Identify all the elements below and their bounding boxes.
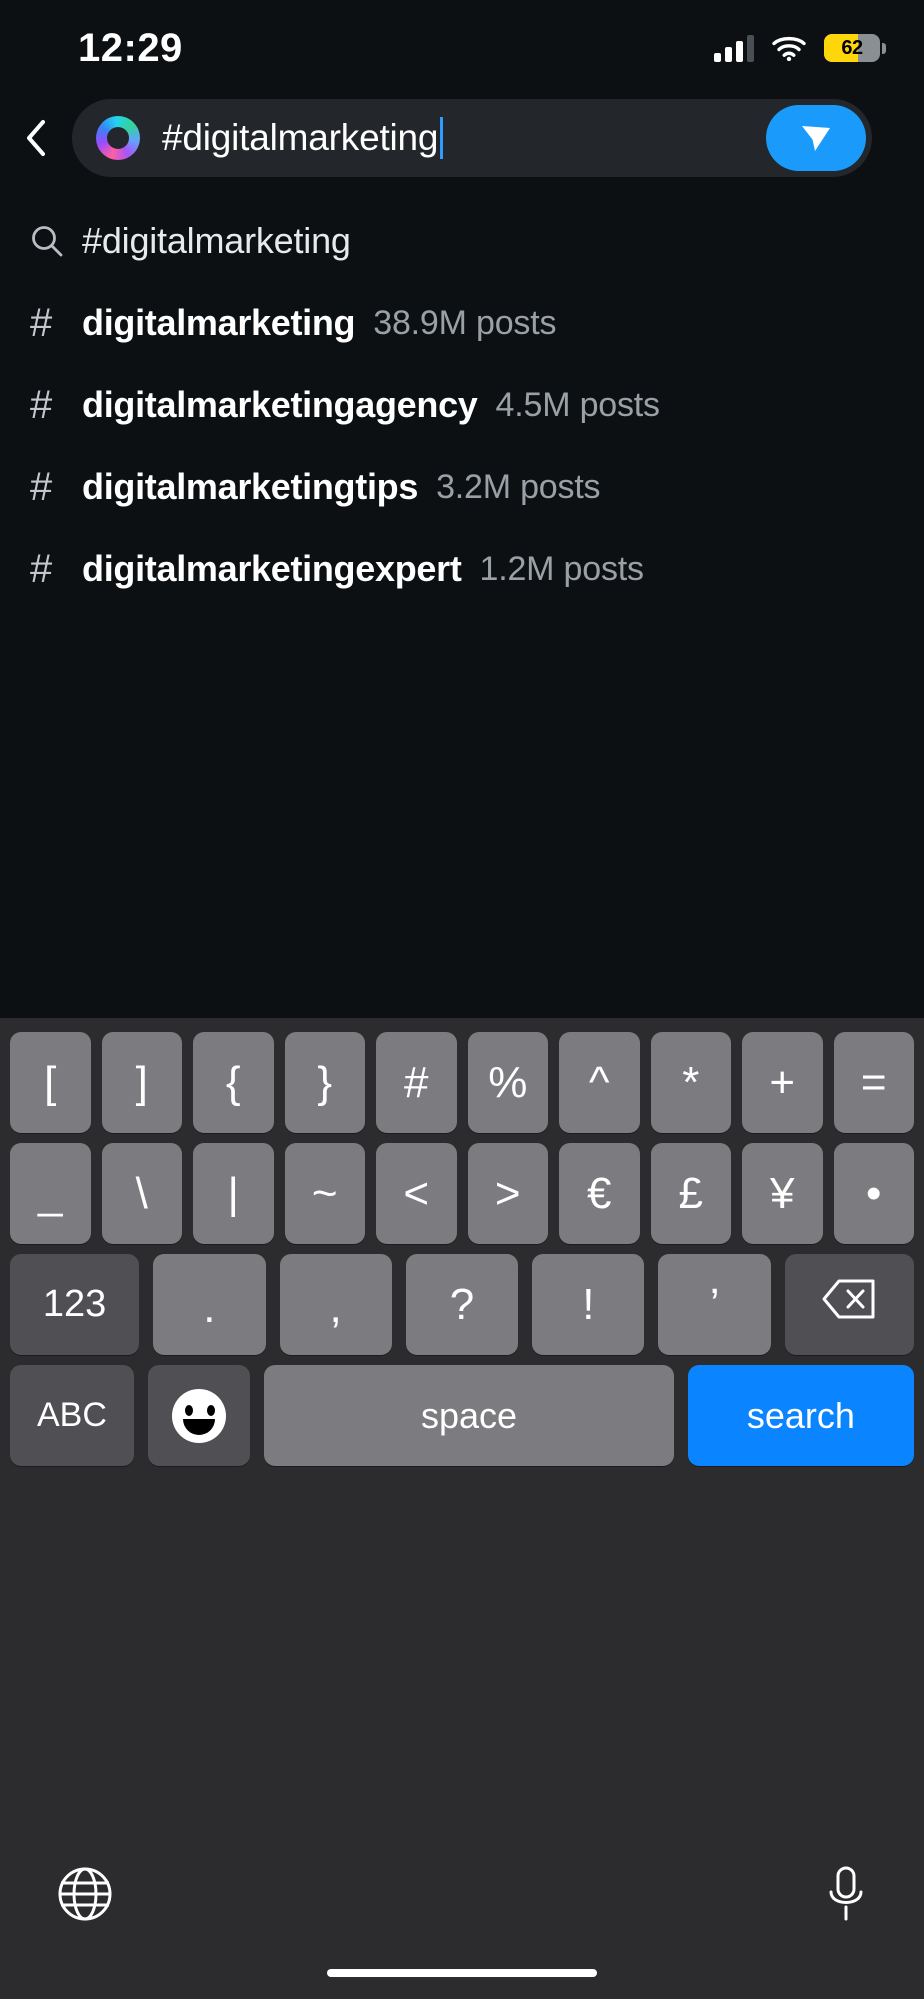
key-caret[interactable]: ^: [559, 1032, 640, 1133]
status-bar: 12:29 62: [0, 0, 924, 92]
search-icon: [30, 224, 82, 258]
hashtag-post-count: 3.2M posts: [436, 467, 601, 506]
key-plus[interactable]: +: [742, 1032, 823, 1133]
key-hash[interactable]: #: [376, 1032, 457, 1133]
send-paper-plane-icon: [793, 113, 839, 164]
key-numeric-switch[interactable]: 123: [10, 1254, 140, 1355]
key-greater-than[interactable]: >: [467, 1143, 548, 1244]
status-bar-indicators: 62: [714, 30, 886, 66]
back-button[interactable]: [0, 96, 72, 180]
key-backspace[interactable]: [784, 1254, 914, 1355]
hashtag-icon: #: [30, 547, 53, 591]
suggestion-query-label: #digitalmarketing: [82, 220, 351, 261]
search-header: #digitalmarketing: [0, 96, 924, 180]
hashtag-icon: #: [30, 465, 53, 509]
hashtag-label: digitalmarketingtips: [82, 466, 419, 507]
hashtag-icon: #: [30, 301, 53, 345]
phone-screen: 12:29 62 #digitalmarketing #digitalmarke…: [0, 0, 924, 1999]
search-input-pill[interactable]: #digitalmarketing: [72, 99, 872, 177]
search-input-value: #digitalmarketing: [162, 117, 439, 158]
key-brace-left[interactable]: {: [193, 1032, 274, 1133]
hashtag-suggestion-row[interactable]: # digitalmarketingexpert 1.2M posts: [0, 528, 924, 610]
send-button[interactable]: [766, 105, 866, 171]
text-cursor: [440, 117, 444, 159]
battery-percent-label: 62: [841, 36, 863, 59]
key-period[interactable]: .: [153, 1254, 266, 1355]
key-asterisk[interactable]: *: [650, 1032, 731, 1133]
key-less-than[interactable]: <: [376, 1143, 457, 1244]
hashtag-post-count: 1.2M posts: [479, 549, 645, 588]
key-search[interactable]: search: [687, 1365, 914, 1466]
on-screen-keyboard: [ ] { } # % ^ * + = _ \ | ~ < > € £ ¥ • …: [0, 1018, 924, 1999]
key-tilde[interactable]: ~: [284, 1143, 365, 1244]
key-underscore[interactable]: _: [10, 1143, 91, 1244]
key-bracket-right[interactable]: ]: [101, 1032, 182, 1133]
key-bracket-left[interactable]: [: [10, 1032, 91, 1133]
back-chevron-icon: [25, 119, 47, 157]
wifi-icon: [772, 35, 806, 62]
key-euro[interactable]: €: [559, 1143, 640, 1244]
key-pound[interactable]: £: [650, 1143, 731, 1244]
hashtag-suggestion-row[interactable]: # digitalmarketingagency 4.5M posts: [0, 364, 924, 446]
key-backslash[interactable]: \: [101, 1143, 182, 1244]
hashtag-post-count: 4.5M posts: [495, 385, 661, 424]
globe-language-icon: [56, 1867, 114, 1927]
emoji-smiley-icon: [172, 1388, 227, 1443]
battery-low-power-icon: 62: [824, 34, 886, 62]
keyboard-row-4: ABC space search: [0, 1365, 924, 1466]
key-pipe[interactable]: |: [193, 1143, 274, 1244]
key-space[interactable]: space: [264, 1365, 674, 1466]
key-abc-switch[interactable]: ABC: [10, 1365, 134, 1466]
key-brace-right[interactable]: }: [284, 1032, 365, 1133]
key-emoji[interactable]: [147, 1365, 251, 1466]
gradient-ring-logo-icon: [96, 116, 140, 160]
hashtag-icon: #: [30, 383, 53, 427]
key-percent[interactable]: %: [467, 1032, 548, 1133]
suggestion-query-row[interactable]: #digitalmarketing: [0, 200, 924, 282]
hashtag-label: digitalmarketingagency: [82, 384, 478, 425]
keyboard-row-1: [ ] { } # % ^ * + =: [0, 1032, 924, 1133]
home-indicator: [327, 1969, 597, 1977]
cellular-signal-icon: [714, 34, 754, 62]
hashtag-post-count: 38.9M posts: [373, 303, 557, 342]
search-suggestions-list: #digitalmarketing # digitalmarketing 38.…: [0, 200, 924, 610]
globe-language-button[interactable]: [56, 1865, 114, 1928]
key-bullet[interactable]: •: [833, 1143, 914, 1244]
key-equals[interactable]: =: [833, 1032, 914, 1133]
hashtag-suggestion-row[interactable]: # digitalmarketing 38.9M posts: [0, 282, 924, 364]
keyboard-row-2: _ \ | ~ < > € £ ¥ •: [0, 1143, 924, 1244]
key-comma[interactable]: ,: [279, 1254, 392, 1355]
status-bar-clock: 12:29: [78, 26, 183, 70]
keyboard-row-3: 123 . , ? ! ’: [0, 1254, 924, 1355]
key-exclamation[interactable]: !: [532, 1254, 645, 1355]
hashtag-suggestion-row[interactable]: # digitalmarketingtips 3.2M posts: [0, 446, 924, 528]
hashtag-label: digitalmarketing: [82, 302, 356, 343]
key-apostrophe[interactable]: ’: [658, 1254, 771, 1355]
backspace-delete-icon: [821, 1278, 877, 1331]
hashtag-label: digitalmarketingexpert: [82, 548, 462, 589]
key-question-mark[interactable]: ?: [405, 1254, 519, 1355]
microphone-dictation-icon: [824, 1866, 868, 1927]
microphone-dictation-button[interactable]: [824, 1865, 868, 1928]
key-yen[interactable]: ¥: [742, 1143, 823, 1244]
